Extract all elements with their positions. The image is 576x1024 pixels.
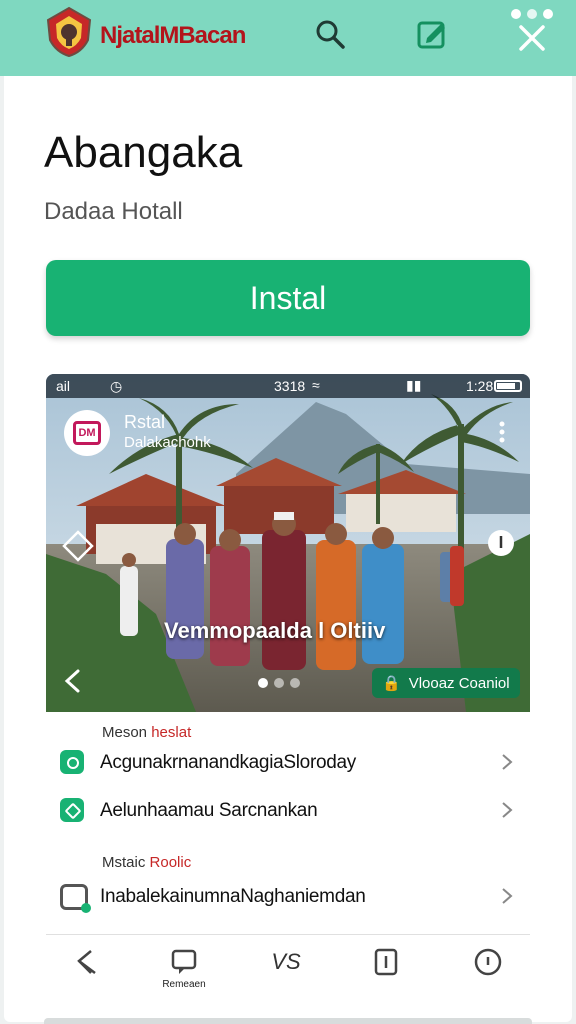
list-item[interactable]: Aelunhaamau Sarcnankan [46,786,530,834]
wifi-icon: ≈ [312,377,320,393]
channel-badge: DM [73,421,101,445]
vs-icon: VS [271,949,301,974]
chevron-right-icon [502,754,513,770]
chat-icon [171,949,197,974]
chevron-right-icon [502,802,513,818]
install-button[interactable]: Instal [46,260,530,336]
bottom-navigation: Remeaen VS [46,934,530,1002]
control-chip-label: Vlooaz Coaniol [408,674,510,692]
battery-icon [494,380,522,392]
list-item[interactable]: InabalekainumnaNaghaniemdan [46,872,530,920]
info-icon [474,948,502,976]
edit-button[interactable] [412,14,452,54]
cell-signal-icon: ▮▮ [406,377,422,393]
chevron-right-icon [502,888,513,904]
pager-dot[interactable] [258,678,268,688]
edit-icon [417,21,445,49]
screenshot-preview[interactable]: ail ◷ 3318 ≈ ▮▮ 1:28 DM Rstal Dalakachoh… [46,374,530,712]
search-icon [316,20,345,49]
list-item-label: Aelunhaamau Sarcnankan [100,800,318,821]
close-button[interactable] [512,18,552,58]
nav-back[interactable] [58,947,114,993]
nav-messages-label: Remeaen [162,979,206,990]
status-number: 3318 [274,378,306,394]
pager-dot[interactable] [274,678,284,688]
list-item-label: AcgunakrnanandkagiaSloroday [100,752,356,773]
next-card-edge [44,1018,532,1024]
brand-name: NjatalMBacan [100,22,246,49]
sync-icon [60,750,84,774]
phone-status-bar: ail ◷ 3318 ≈ ▮▮ 1:28 [46,374,530,398]
tag-icon[interactable] [60,528,96,564]
pager-dot[interactable] [290,678,300,688]
app-bar: NjatalMBacan [0,0,576,76]
list-item-label: InabalekainumnaNaghaniemdan [100,886,366,907]
close-icon [519,25,545,51]
signal-indicator: ail [56,378,71,394]
app-title: Abangaka [44,128,243,177]
channel-subtitle: Dalakachohk [124,434,211,451]
crest-logo[interactable] [44,6,94,58]
search-button[interactable] [310,14,350,54]
back-arrow-icon[interactable] [60,668,86,694]
nav-vs[interactable]: VS [258,947,314,993]
preview-caption: Vemmopaalda l Oltiiv [164,618,386,643]
status-time: 1:28 [466,378,494,394]
preview-pager[interactable] [258,678,300,688]
village-photo [46,374,530,712]
more-options-icon[interactable] [498,420,506,444]
app-developer: Dadaa Hotall [44,198,183,225]
alarm-icon: ◷ [110,378,123,394]
download-icon[interactable] [486,528,516,558]
bookmark-icon [374,948,398,976]
nav-info[interactable] [460,947,516,993]
section-header: Mstaic Roolic [102,854,192,871]
video-control-chip[interactable]: 🔒 Vlooaz Coaniol [372,668,520,698]
lock-icon: 🔒 [382,675,401,692]
channel-avatar[interactable]: DM [64,410,110,456]
edit-icon [60,798,84,822]
nav-library[interactable] [358,947,414,993]
channel-name: Rstal [124,412,166,432]
nav-messages[interactable]: Remeaen [156,947,212,993]
list-item[interactable]: AcgunakrnanandkagiaSloroday [46,738,530,786]
back-icon [77,950,96,974]
calendar-icon [60,884,91,913]
